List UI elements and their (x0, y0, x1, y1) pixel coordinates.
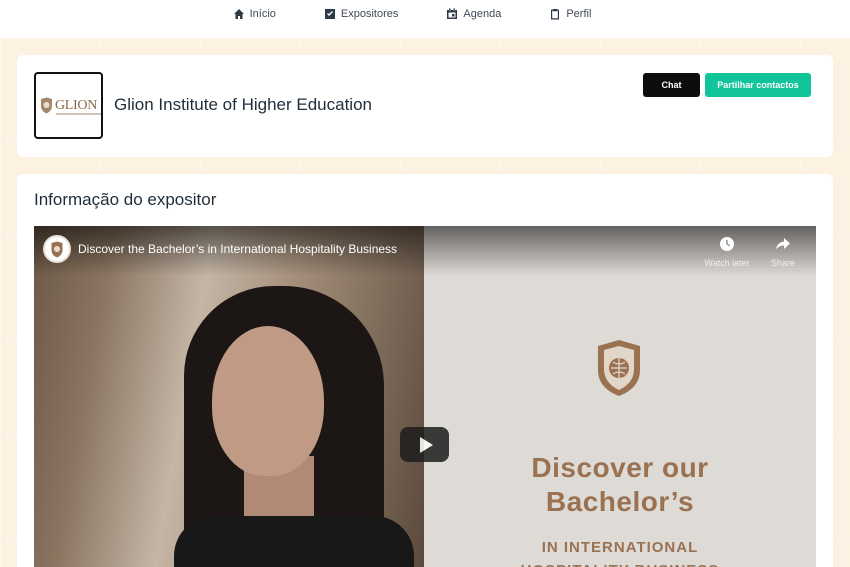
calendar-icon (447, 8, 458, 19)
top-navigation: Início Expositores Agenda Perfil (0, 0, 850, 38)
clipboard-icon (551, 9, 560, 20)
play-button[interactable] (400, 427, 449, 462)
watch-later-button[interactable]: Watch later (702, 236, 752, 268)
channel-avatar[interactable] (43, 235, 71, 263)
portrait-shirt (174, 516, 414, 567)
video-promo-panel: Discover our Bachelor’s IN INTERNATIONAL… (424, 226, 816, 567)
portrait-face (212, 326, 324, 476)
nav-item-agenda[interactable]: Agenda (446, 8, 501, 20)
promo-headline: Discover our Bachelor’s (464, 451, 776, 519)
exhibitor-info-card: Informação do expositor Discover our Bac… (17, 174, 833, 567)
nav-item-perfil[interactable]: Perfil (549, 8, 591, 20)
nav-item-label: Perfil (566, 8, 592, 20)
nav-item-expositores[interactable]: Expositores (324, 8, 398, 20)
promo-sub-line1: IN INTERNATIONAL (541, 539, 699, 556)
share-contacts-button[interactable]: Partilhar contactos (705, 73, 811, 97)
nav-item-label: Expositores (340, 8, 399, 20)
shield-icon (40, 97, 52, 114)
chat-button[interactable]: Chat (643, 73, 700, 97)
checkbox-icon (324, 9, 335, 19)
exhibitor-logo: GLION (34, 72, 103, 139)
promo-headline-line1: Discover our (531, 452, 709, 483)
shield-icon (51, 241, 63, 257)
home-icon (233, 9, 244, 19)
video-title-bar: Discover the Bachelor’s in International… (34, 226, 816, 276)
video-player[interactable]: Discover our Bachelor’s IN INTERNATIONAL… (34, 226, 816, 567)
video-title[interactable]: Discover the Bachelor’s in International… (78, 242, 397, 256)
nav-item-inicio[interactable]: Início (233, 8, 276, 20)
nav-item-label: Agenda (463, 8, 502, 20)
share-arrow-icon (776, 238, 790, 250)
promo-subtitle: IN INTERNATIONAL HOSPITALITY BUSINESS (464, 536, 776, 567)
logo-subline (56, 113, 101, 115)
watch-later-label: Watch later (704, 258, 750, 268)
exhibitor-name: Glion Institute of Higher Education (114, 95, 372, 114)
nav-item-label: Início (249, 8, 276, 20)
clock-icon (720, 237, 734, 251)
video-portrait-panel (34, 226, 424, 567)
promo-sub-line2: HOSPITALITY BUSINESS (464, 559, 776, 567)
share-video-button[interactable]: Share (758, 236, 808, 268)
crest-icon (598, 340, 640, 396)
section-title: Informação do expositor (34, 190, 217, 209)
logo-text: GLION (54, 97, 98, 113)
promo-headline-line2: Bachelor’s (545, 486, 695, 517)
share-video-label: Share (770, 258, 796, 268)
exhibitor-header-card: GLION Glion Institute of Higher Educatio… (17, 55, 833, 157)
